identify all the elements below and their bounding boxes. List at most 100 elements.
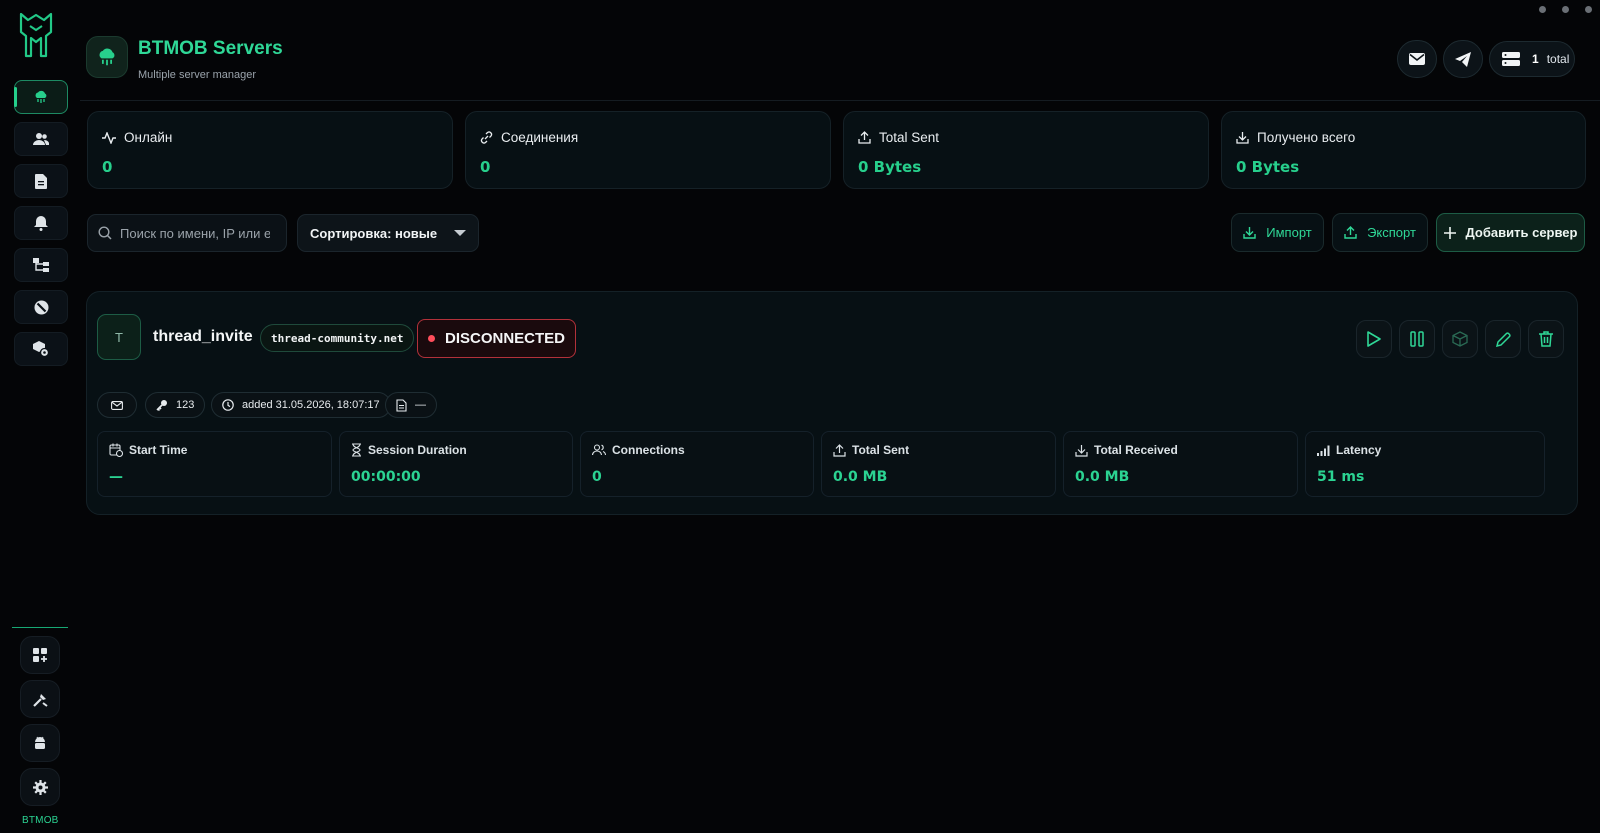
box-settings-icon xyxy=(33,341,49,357)
sidebar-item-documents[interactable] xyxy=(14,164,68,198)
servers-total-badge[interactable]: 1 total xyxy=(1489,41,1575,77)
search-input[interactable] xyxy=(120,225,270,241)
stat-value: 0 xyxy=(102,158,113,176)
metric-connections: Connections 0 xyxy=(580,431,814,497)
window-dot-close[interactable] xyxy=(1585,6,1592,13)
document-icon xyxy=(396,398,407,412)
sidebar-apps-button[interactable] xyxy=(20,636,60,674)
sidebar-item-blocked[interactable] xyxy=(14,290,68,324)
metric-label: Connections xyxy=(612,443,685,457)
metric-value: 00:00:00 xyxy=(351,469,421,485)
app-icon xyxy=(86,36,128,78)
export-button[interactable]: Экспорт xyxy=(1332,213,1428,252)
mail-button[interactable] xyxy=(1397,40,1437,78)
stat-label: Получено всего xyxy=(1257,130,1356,145)
start-server-button[interactable] xyxy=(1356,320,1392,358)
telegram-icon xyxy=(1455,51,1471,67)
add-server-button[interactable]: Добавить сервер xyxy=(1436,213,1585,252)
metric-value: 0.0 MB xyxy=(833,469,888,485)
upload-icon xyxy=(833,443,846,457)
server-host-badge: thread-community.net xyxy=(260,324,415,352)
page-title: BTMOB Servers xyxy=(138,38,283,59)
metric-value: — xyxy=(109,469,123,485)
brand-logo-icon xyxy=(19,12,53,58)
added-date-chip: added 31.05.2026, 18:07:17 xyxy=(211,392,391,418)
gear-icon xyxy=(32,779,48,795)
search-icon xyxy=(98,226,112,240)
server-status-badge: DISCONNECTED xyxy=(417,319,577,358)
status-dot-icon xyxy=(428,335,435,342)
download-icon xyxy=(1236,132,1249,144)
calendar-clock-icon xyxy=(109,443,123,457)
key-chip: 123 xyxy=(145,392,206,418)
activity-icon xyxy=(102,131,116,144)
metric-label: Session Duration xyxy=(368,443,467,457)
stat-card-total-received: Получено всего 0 Bytes xyxy=(1221,111,1586,189)
trash-icon xyxy=(1539,331,1553,347)
ban-icon xyxy=(34,300,48,314)
sort-select[interactable]: Сортировка: новые xyxy=(297,214,479,252)
document-icon xyxy=(35,173,47,189)
stat-label: Соединения xyxy=(501,130,579,145)
servers-total-count: 1 xyxy=(1532,52,1539,66)
email-chip[interactable] xyxy=(97,392,137,418)
download-icon xyxy=(1075,444,1088,457)
window-dot-maximize[interactable] xyxy=(1562,6,1569,13)
mail-icon xyxy=(1409,53,1425,65)
sidebar-item-servers[interactable] xyxy=(14,80,68,114)
sidebar-settings-button[interactable] xyxy=(20,768,60,806)
metric-label: Latency xyxy=(1336,443,1382,457)
stat-label: Онлайн xyxy=(124,130,173,145)
metric-value: 0.0 MB xyxy=(1075,469,1130,485)
sort-select-label: Сортировка: новые xyxy=(310,225,438,241)
chevron-down-icon xyxy=(454,229,466,236)
window-dot-minimize[interactable] xyxy=(1539,6,1546,13)
stat-card-online: Онлайн 0 xyxy=(87,111,453,189)
sidebar-tools-button[interactable] xyxy=(20,680,60,718)
sidebar-item-network[interactable] xyxy=(14,248,68,282)
sidebar-item-users[interactable] xyxy=(14,122,68,156)
sidebar-item-modules[interactable] xyxy=(14,332,68,366)
import-button[interactable]: Импорт xyxy=(1231,213,1324,252)
bell-icon xyxy=(34,215,48,231)
sidebar-item-notifications[interactable] xyxy=(14,206,68,240)
page-subtitle: Multiple server manager xyxy=(138,69,256,81)
sidebar: BTMOB xyxy=(0,0,80,833)
sitemap-icon xyxy=(33,258,49,272)
delete-server-button[interactable] xyxy=(1528,320,1564,358)
server-avatar: T xyxy=(97,314,141,360)
play-icon xyxy=(1367,331,1381,347)
metric-total-received: Total Received 0.0 MB xyxy=(1063,431,1298,497)
search-box xyxy=(87,214,287,252)
key-icon xyxy=(156,400,167,411)
server-card: T thread_invite thread-community.net DIS… xyxy=(86,291,1578,515)
pause-icon xyxy=(1410,331,1424,347)
metric-label: Total Sent xyxy=(852,443,910,457)
added-date-text: added 31.05.2026, 18:07:17 xyxy=(242,399,380,411)
telegram-button[interactable] xyxy=(1443,40,1483,78)
server-stack-icon xyxy=(1502,52,1520,66)
add-server-button-label: Добавить сервер xyxy=(1465,225,1578,240)
notes-chip-value: — xyxy=(415,399,426,411)
stat-label: Total Sent xyxy=(879,130,940,145)
server-status-text: DISCONNECTED xyxy=(445,330,566,347)
clock-icon xyxy=(222,399,234,411)
servers-total-label: total xyxy=(1546,52,1570,66)
metric-value: 0 xyxy=(592,469,602,485)
window-controls xyxy=(1539,6,1592,13)
signal-icon xyxy=(1317,445,1330,456)
download-icon xyxy=(1243,227,1256,239)
pause-server-button[interactable] xyxy=(1399,320,1435,358)
metric-label: Start Time xyxy=(129,443,188,457)
import-button-label: Импорт xyxy=(1266,225,1312,240)
sidebar-android-button[interactable] xyxy=(20,724,60,762)
package-button[interactable] xyxy=(1442,320,1478,358)
sidebar-brand-label: BTMOB xyxy=(22,815,59,826)
notes-chip[interactable]: — xyxy=(385,392,437,418)
metric-start-time: Start Time — xyxy=(97,431,332,497)
edit-server-button[interactable] xyxy=(1485,320,1521,358)
cloud-icon xyxy=(35,90,47,103)
upload-icon xyxy=(1344,226,1357,239)
sidebar-separator xyxy=(12,627,68,628)
android-icon xyxy=(35,736,45,749)
